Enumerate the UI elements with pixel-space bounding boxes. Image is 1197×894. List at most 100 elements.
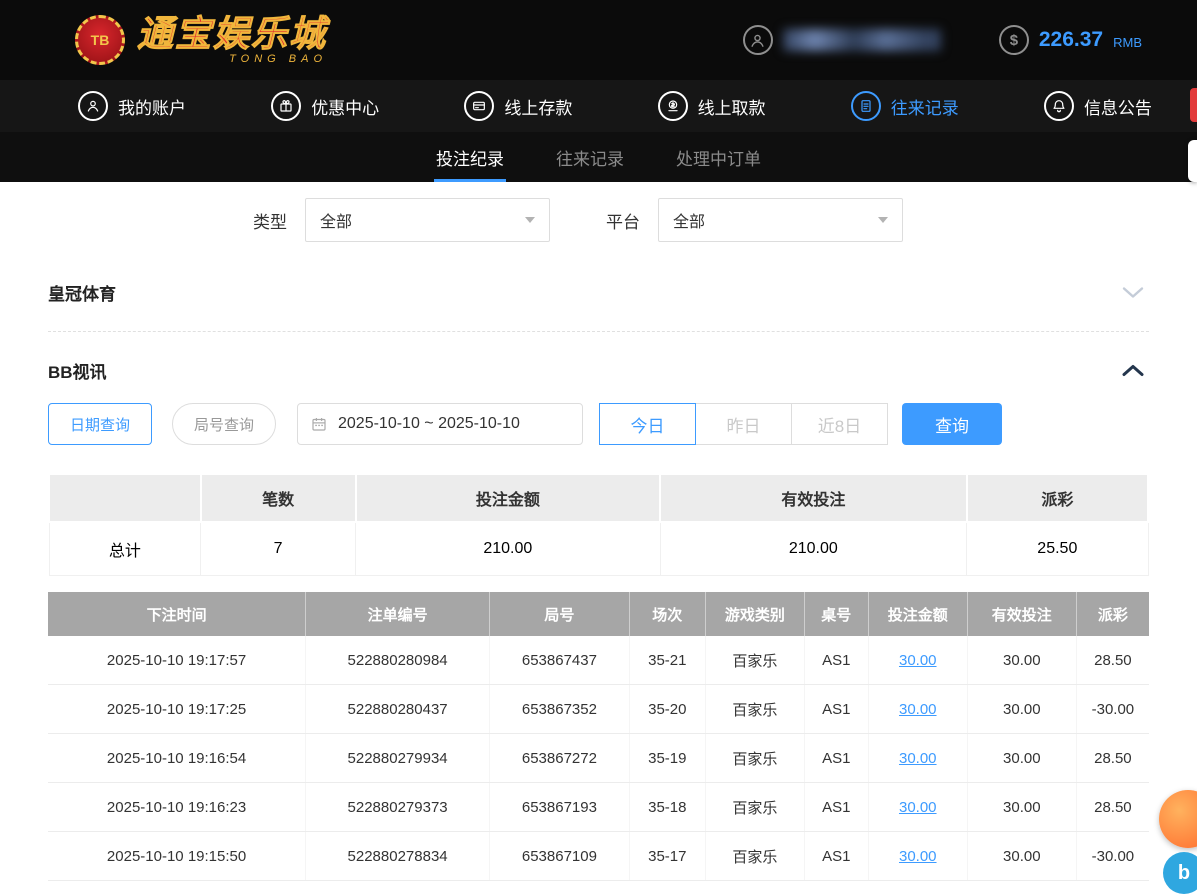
bet-amount-link[interactable]: 30.00 [899, 701, 937, 718]
subtab-label: 投注纪录 [436, 149, 504, 169]
table-row: 2025-10-10 19:17:57 522880280984 6538674… [48, 636, 1149, 685]
round-number-query-button[interactable]: 局号查询 [172, 403, 276, 445]
cell-table-number: AS1 [804, 782, 869, 832]
nav-item-my-account[interactable]: 我的账户 [78, 91, 186, 121]
nav-item-promotions[interactable]: 优惠中心 [271, 91, 379, 121]
cell-bet-time: 2025-10-10 19:16:54 [48, 733, 307, 783]
edge-widget-white[interactable] [1188, 140, 1197, 182]
cell-session: 35-21 [629, 636, 706, 685]
summary-header-empty [48, 473, 202, 523]
summary-header-valid-bet: 有效投注 [659, 473, 968, 523]
cell-valid-bet: 30.00 [967, 684, 1077, 734]
last-8-days-button[interactable]: 近8日 [791, 403, 888, 445]
nav-label: 线上取款 [697, 98, 766, 118]
summary-total-label: 总计 [48, 521, 202, 576]
chevron-down-icon[interactable] [1117, 283, 1149, 302]
nav-item-online-withdrawal[interactable]: 线上取款 [657, 91, 766, 121]
summary-table: 笔数 投注金额 有效投注 派彩 总计 7 210.00 210.00 25.50 [48, 473, 1150, 576]
subtab-betting-records[interactable]: 投注纪录 [436, 132, 504, 182]
cell-payout: -30.00 [1076, 684, 1149, 734]
col-bet-time: 下注时间 [48, 592, 307, 636]
user-account-area[interactable] [742, 25, 941, 55]
bet-amount-link[interactable]: 30.00 [899, 799, 937, 816]
today-button[interactable]: 今日 [599, 403, 696, 445]
cell-round-number: 653867272 [489, 733, 630, 783]
date-range-input[interactable]: 2025-10-10 ~ 2025-10-10 [297, 403, 583, 445]
balance-area[interactable]: $ 226.37 RMB [998, 25, 1142, 55]
cell-order-number: 522880280437 [305, 684, 491, 734]
cell-game-type: 百家乐 [705, 636, 805, 685]
date-query-button[interactable]: 日期查询 [48, 403, 152, 445]
summary-total-bet-amount: 210.00 [355, 521, 661, 576]
gift-icon [271, 91, 302, 121]
cell-order-number: 522880279373 [305, 782, 491, 832]
subtab-label: 处理中订单 [676, 149, 761, 169]
bet-amount-link[interactable]: 30.00 [899, 652, 937, 669]
balance-currency: RMB [1113, 34, 1142, 50]
section-crown-sports[interactable]: 皇冠体育 [48, 252, 1149, 332]
bet-amount-link[interactable]: 30.00 [899, 848, 937, 865]
cell-session: 35-18 [629, 782, 706, 832]
balance-amount: 226.37 [1038, 28, 1104, 51]
records-icon [850, 91, 881, 121]
dollar-icon: $ [998, 25, 1029, 55]
type-filter-label: 类型 [253, 212, 287, 232]
summary-total-count: 7 [200, 521, 357, 576]
cell-round-number: 653867352 [489, 684, 630, 734]
summary-total-payout: 25.50 [966, 521, 1149, 576]
cell-table-number: AS1 [804, 684, 869, 734]
logo[interactable]: 通宝娱乐城 TONG BAO [136, 12, 328, 65]
logo-subtitle: TONG BAO [229, 52, 328, 65]
type-select[interactable]: 全部 [305, 198, 550, 242]
cell-session: 35-17 [629, 831, 706, 881]
col-order-number: 注单编号 [305, 592, 491, 636]
summary-total-row: 总计 7 210.00 210.00 25.50 [48, 521, 1149, 576]
chevron-down-icon [878, 217, 888, 223]
search-button[interactable]: 查询 [902, 403, 1002, 445]
chat-float-icon[interactable]: b [1163, 852, 1197, 894]
subtab-transaction-records[interactable]: 往来记录 [556, 132, 624, 182]
cell-game-type: 百家乐 [705, 831, 805, 881]
cell-session: 35-19 [629, 733, 706, 783]
cell-bet-time: 2025-10-10 19:16:23 [48, 782, 307, 832]
cell-round-number: 653867193 [489, 782, 630, 832]
user-icon [742, 25, 773, 55]
nav-label: 信息公告 [1083, 98, 1152, 118]
col-valid-bet: 有效投注 [967, 592, 1077, 636]
cell-table-number: AS1 [804, 831, 869, 881]
cell-bet-time: 2025-10-10 19:15:50 [48, 831, 307, 881]
table-row: 2025-10-10 19:17:25 522880280437 6538673… [48, 684, 1149, 734]
yesterday-button[interactable]: 昨日 [695, 403, 792, 445]
cell-payout: 28.50 [1076, 782, 1149, 832]
main-content: 类型 全部 平台 全部 皇冠体育 BB视讯 日期查询 局号查询 2025-10-… [0, 182, 1197, 881]
col-round-number: 局号 [489, 592, 630, 636]
edge-widget-red[interactable] [1190, 88, 1197, 122]
cell-table-number: AS1 [804, 636, 869, 685]
logo-title: 通宝娱乐城 [136, 12, 328, 54]
cell-order-number: 522880280984 [305, 636, 491, 685]
cell-game-type: 百家乐 [705, 684, 805, 734]
nav-label: 往来记录 [890, 98, 959, 118]
nav-item-online-deposit[interactable]: 线上存款 [464, 91, 572, 121]
subtab-processing-orders[interactable]: 处理中订单 [676, 132, 761, 182]
bet-amount-link[interactable]: 30.00 [899, 750, 937, 767]
section-title: BB视讯 [48, 363, 107, 382]
chevron-up-icon[interactable] [1117, 361, 1149, 380]
cell-table-number: AS1 [804, 733, 869, 783]
col-session: 场次 [629, 592, 706, 636]
cell-payout: 28.50 [1076, 733, 1149, 783]
table-row: 2025-10-10 19:15:50 522880278834 6538671… [48, 831, 1149, 881]
section-bb-video[interactable]: BB视讯 [48, 332, 1149, 399]
cell-order-number: 522880279934 [305, 733, 491, 783]
cell-valid-bet: 30.00 [967, 782, 1077, 832]
col-table-number: 桌号 [804, 592, 869, 636]
col-bet-amount: 投注金额 [868, 592, 968, 636]
nav-label: 我的账户 [118, 98, 186, 118]
sub-tab-bar: 投注纪录 往来记录 处理中订单 [0, 132, 1197, 182]
type-select-value: 全部 [320, 214, 353, 231]
nav-item-transaction-records[interactable]: 往来记录 [850, 91, 959, 121]
summary-header-bet-amount: 投注金额 [354, 473, 662, 523]
logo-chip-icon: TB [75, 15, 125, 65]
platform-select[interactable]: 全部 [658, 198, 903, 242]
nav-item-announcements[interactable]: 信息公告 [1043, 91, 1152, 121]
